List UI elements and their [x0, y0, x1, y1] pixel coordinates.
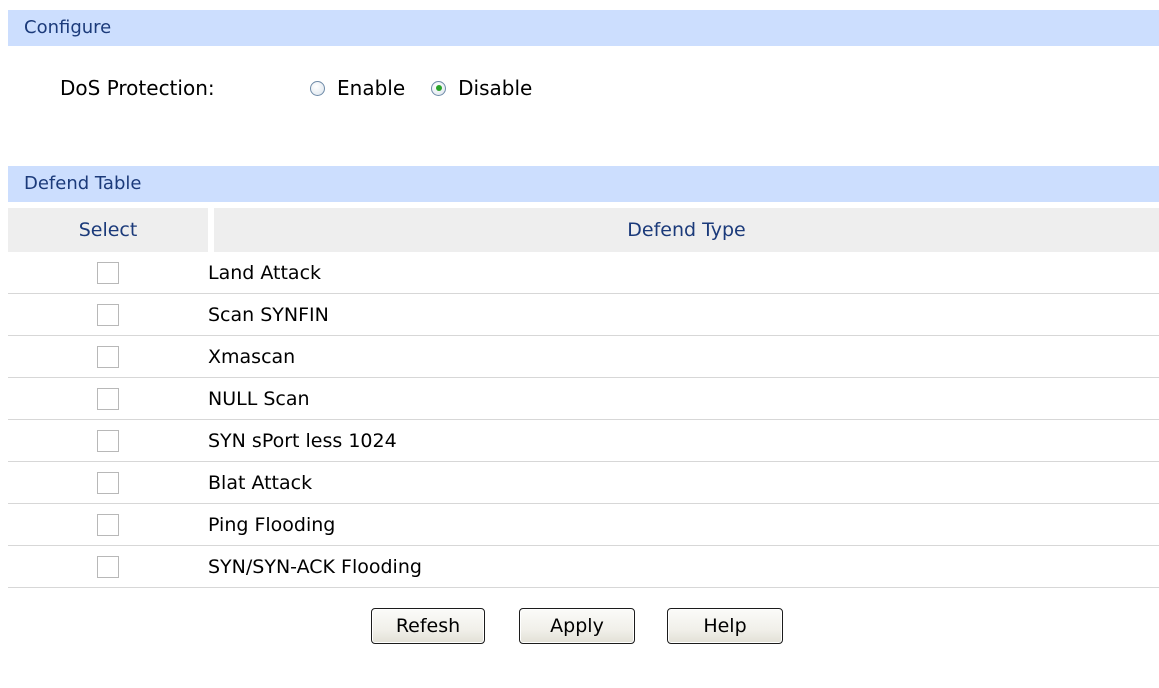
select-cell: [8, 546, 208, 587]
apply-button[interactable]: Apply: [519, 608, 635, 644]
defend-type-cell: Xmascan: [208, 345, 296, 368]
select-cell: [8, 336, 208, 377]
action-buttons: Refesh Apply Help: [371, 608, 783, 644]
table-row: SYN/SYN-ACK Flooding: [8, 546, 1159, 588]
row-select-checkbox[interactable]: [97, 471, 119, 494]
select-cell: [8, 252, 208, 293]
table-row: SYN sPort less 1024: [8, 420, 1159, 462]
select-column-header: Select: [8, 208, 214, 252]
defend-type-cell: NULL Scan: [208, 387, 310, 410]
select-cell: [8, 378, 208, 419]
row-select-checkbox[interactable]: [97, 303, 119, 326]
table-row: Ping Flooding: [8, 504, 1159, 546]
table-row: Blat Attack: [8, 462, 1159, 504]
table-row: Land Attack: [8, 252, 1159, 294]
row-select-checkbox[interactable]: [97, 261, 119, 284]
select-cell: [8, 504, 208, 545]
configure-title: Configure: [24, 17, 112, 38]
row-select-checkbox[interactable]: [97, 387, 119, 410]
defend-type-cell: Scan SYNFIN: [208, 303, 329, 326]
enable-radio-option[interactable]: Enable: [310, 76, 405, 100]
dos-protection-row: DoS Protection: Enable Disable: [60, 70, 558, 106]
table-row: NULL Scan: [8, 378, 1159, 420]
row-select-checkbox[interactable]: [97, 513, 119, 536]
select-cell: [8, 294, 208, 335]
row-select-checkbox[interactable]: [97, 429, 119, 452]
defend-type-cell: SYN/SYN-ACK Flooding: [208, 555, 422, 578]
defend-type-cell: Ping Flooding: [208, 513, 336, 536]
select-cell: [8, 420, 208, 461]
select-cell: [8, 462, 208, 503]
disable-radio-button[interactable]: [431, 80, 447, 96]
defend-type-column-header: Defend Type: [627, 219, 746, 241]
defend-type-cell: Blat Attack: [208, 471, 313, 494]
disable-radio-option[interactable]: Disable: [431, 76, 532, 100]
defend-type-cell: SYN sPort less 1024: [208, 429, 397, 452]
defend-table-title: Defend Table: [24, 173, 142, 194]
row-select-checkbox[interactable]: [97, 345, 119, 368]
defend-table-header-row: Select Defend Type: [8, 208, 1159, 252]
enable-radio-button[interactable]: [310, 80, 325, 96]
help-button[interactable]: Help: [667, 608, 783, 644]
defend-table: Select Defend Type Land Attack Scan SYNF…: [8, 208, 1159, 588]
table-row: Xmascan: [8, 336, 1159, 378]
defend-type-cell: Land Attack: [208, 261, 322, 284]
row-select-checkbox[interactable]: [97, 555, 119, 578]
refresh-button[interactable]: Refesh: [371, 608, 485, 644]
enable-radio-label: Enable: [337, 76, 406, 100]
configure-section-header: Configure: [8, 10, 1159, 46]
disable-radio-label: Disable: [458, 76, 533, 100]
defend-table-section-header: Defend Table: [8, 166, 1159, 202]
dos-protection-label: DoS Protection:: [60, 76, 215, 100]
table-row: Scan SYNFIN: [8, 294, 1159, 336]
